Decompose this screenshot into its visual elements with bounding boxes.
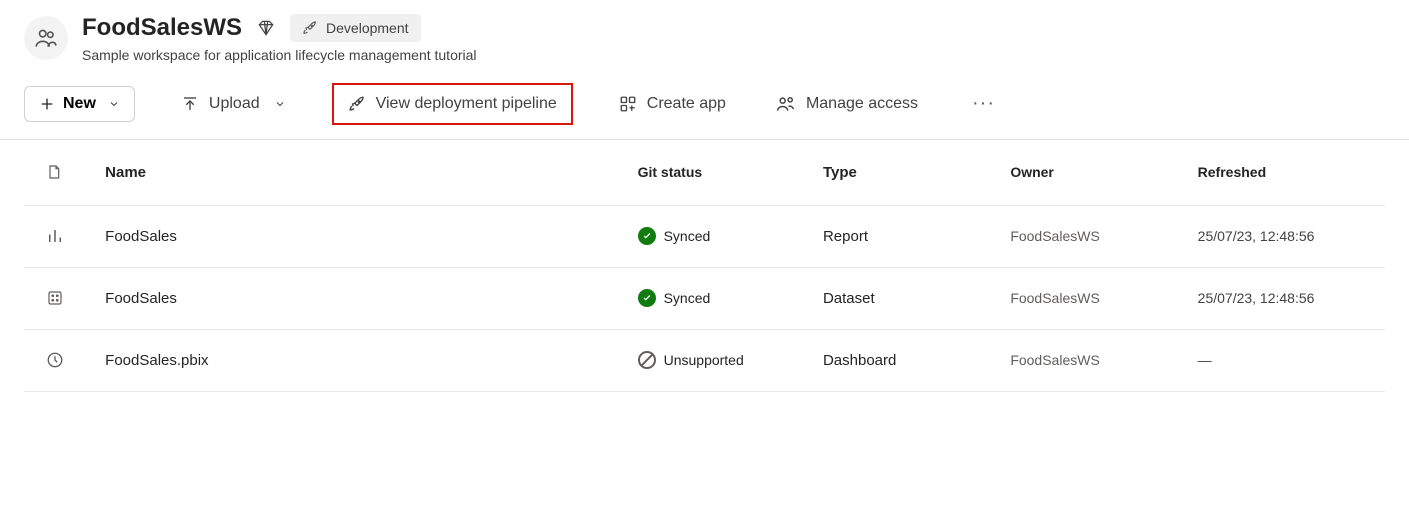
- file-icon: [46, 163, 62, 181]
- item-owner: FoodSalesWS: [1010, 352, 1197, 368]
- premium-icon: [256, 18, 276, 38]
- pipeline-label: View deployment pipeline: [376, 95, 557, 113]
- table-row[interactable]: FoodSales.pbix Unsupported DashboardFoodSa…: [24, 330, 1385, 392]
- chevron-down-icon: [274, 98, 286, 110]
- item-type: Dashboard: [823, 352, 1010, 369]
- item-owner: FoodSalesWS: [1010, 228, 1197, 244]
- rocket-icon: [302, 20, 318, 36]
- table-header: Name Git status Type Owner Refreshed: [24, 140, 1385, 206]
- col-owner-header[interactable]: Owner: [1010, 164, 1197, 180]
- app-icon: [619, 95, 637, 113]
- col-type-header[interactable]: Type: [823, 164, 1010, 181]
- synced-icon: [638, 227, 656, 245]
- git-status-label: Unsupported: [664, 352, 744, 368]
- upload-label: Upload: [209, 95, 260, 113]
- upload-icon: [181, 95, 199, 113]
- create-app-label: Create app: [647, 95, 726, 113]
- report-icon: [24, 227, 105, 245]
- item-name[interactable]: FoodSales.pbix: [105, 352, 637, 369]
- people-icon: [776, 94, 796, 114]
- table-row[interactable]: FoodSales Synced ReportFoodSalesWS25/07/23…: [24, 206, 1385, 268]
- chevron-down-icon: [108, 98, 120, 110]
- item-owner: FoodSalesWS: [1010, 290, 1197, 306]
- workspace-description: Sample workspace for application lifecyc…: [82, 47, 477, 63]
- col-name-header[interactable]: Name: [105, 164, 637, 181]
- git-status-label: Synced: [664, 290, 711, 306]
- item-refreshed: 25/07/23, 12:48:56: [1198, 228, 1385, 244]
- item-name[interactable]: FoodSales: [105, 228, 637, 245]
- col-git-header[interactable]: Git status: [638, 164, 823, 180]
- item-refreshed: —: [1198, 352, 1385, 368]
- dashboard-icon: [24, 351, 105, 369]
- unsupported-icon: [638, 351, 656, 369]
- item-git-status: Synced: [638, 289, 823, 307]
- stage-badge: Development: [290, 14, 421, 42]
- plus-icon: [39, 96, 55, 112]
- table-row[interactable]: FoodSales Synced DatasetFoodSalesWS25/07/2…: [24, 268, 1385, 330]
- manage-access-button[interactable]: Manage access: [772, 86, 922, 122]
- col-refreshed-header[interactable]: Refreshed: [1198, 164, 1385, 180]
- view-deployment-pipeline-button[interactable]: View deployment pipeline: [332, 83, 573, 125]
- item-type: Dataset: [823, 290, 1010, 307]
- item-type: Report: [823, 228, 1010, 245]
- item-git-status: Unsupported: [638, 351, 823, 369]
- new-button-label: New: [63, 95, 96, 113]
- git-status-label: Synced: [664, 228, 711, 244]
- synced-icon: [638, 289, 656, 307]
- item-refreshed: 25/07/23, 12:48:56: [1198, 290, 1385, 306]
- upload-button[interactable]: Upload: [177, 87, 290, 121]
- manage-access-label: Manage access: [806, 95, 918, 113]
- more-button[interactable]: ···: [964, 92, 1003, 115]
- item-name[interactable]: FoodSales: [105, 290, 637, 307]
- dataset-icon: [24, 289, 105, 307]
- create-app-button[interactable]: Create app: [615, 87, 730, 121]
- new-button[interactable]: New: [24, 86, 135, 122]
- workspace-title: FoodSalesWS: [82, 14, 242, 43]
- stage-label: Development: [326, 20, 409, 36]
- item-git-status: Synced: [638, 227, 823, 245]
- workspace-avatar: [24, 16, 68, 60]
- rocket-icon: [348, 95, 366, 113]
